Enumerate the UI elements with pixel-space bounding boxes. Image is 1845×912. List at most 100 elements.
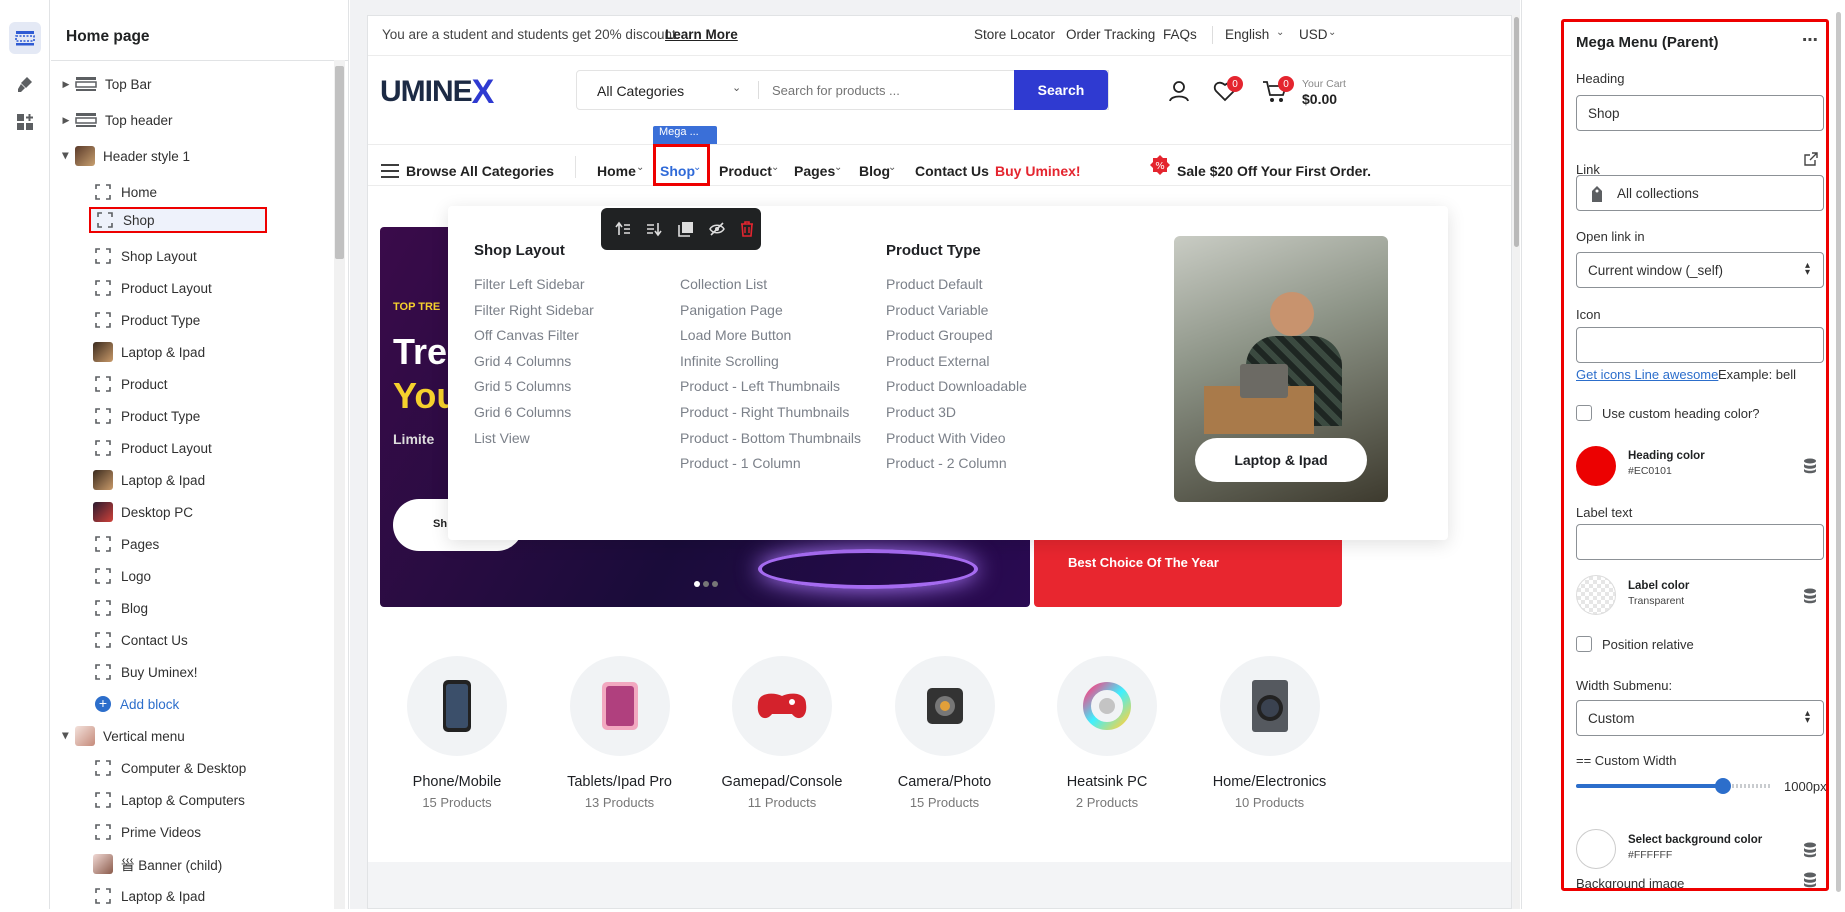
search-input[interactable] (772, 77, 1012, 103)
mega-menu-link[interactable]: Grid 6 Columns (474, 404, 571, 420)
apps-icon[interactable] (9, 106, 41, 138)
nav-item-shop[interactable]: Shop (660, 163, 695, 179)
icon-input[interactable] (1576, 327, 1824, 363)
position-relative-checkbox[interactable] (1576, 636, 1592, 652)
caret-icon[interactable]: ▶ (57, 111, 75, 129)
mega-menu-link[interactable]: Product External (886, 353, 990, 369)
browse-categories-button[interactable]: Browse All Categories (406, 163, 554, 179)
database-icon[interactable] (1803, 458, 1817, 474)
tree-block[interactable]: Shop Layout (51, 240, 336, 272)
learn-more-link[interactable]: Learn More (665, 27, 738, 42)
tree-block[interactable]: Logo (51, 560, 336, 592)
external-link-icon[interactable] (1804, 152, 1818, 166)
custom-width-slider-handle[interactable] (1715, 778, 1731, 794)
tree-block[interactable]: Laptop & Ipad (51, 336, 336, 368)
tree-scrollbar-thumb[interactable] (335, 66, 344, 259)
tree-block[interactable]: Product Type (51, 400, 336, 432)
mega-menu-tag[interactable]: Mega ... (653, 126, 717, 144)
preview-scrollbar[interactable] (1513, 15, 1520, 909)
mega-menu-link[interactable]: Filter Left Sidebar (474, 276, 585, 292)
tree-section[interactable]: ▶ Header style 1 (51, 140, 336, 172)
mega-menu-link[interactable]: Product 3D (886, 404, 956, 420)
gamepad-icon[interactable] (732, 656, 832, 756)
database-icon[interactable] (1803, 842, 1817, 858)
mega-menu-link[interactable]: Product - Right Thumbnails (680, 404, 849, 420)
camera-icon[interactable] (894, 656, 995, 756)
mega-menu-link[interactable]: Product With Video (886, 430, 1006, 446)
custom-width-slider-track[interactable] (1576, 778, 1772, 794)
mega-menu-link[interactable]: Off Canvas Filter (474, 327, 579, 343)
label-color-swatch[interactable] (1576, 575, 1616, 615)
tree-block[interactable]: Product Layout (51, 432, 336, 464)
nav-item-buy[interactable]: Buy Uminex! (995, 163, 1081, 179)
washing-machine-icon[interactable] (1219, 656, 1320, 756)
nav-item-contact[interactable]: Contact Us (915, 163, 989, 179)
nav-item-product[interactable]: Product (719, 163, 772, 179)
tree-block[interactable]: Contact Us (51, 624, 336, 656)
category-name[interactable]: Tablets/Ipad Pro (525, 774, 715, 790)
label-text-input[interactable] (1576, 524, 1824, 560)
mega-menu-link[interactable]: Load More Button (680, 327, 791, 343)
search-button[interactable]: Search (1014, 70, 1108, 110)
tree-block[interactable]: Laptop & Ipad (51, 880, 336, 912)
nav-item-home[interactable]: Home (597, 163, 636, 179)
move-up-icon[interactable] (615, 221, 631, 237)
mega-menu-link[interactable]: Grid 5 Columns (474, 378, 571, 394)
caret-icon[interactable]: ▶ (57, 147, 75, 165)
currency-selector[interactable]: USD (1299, 27, 1328, 42)
slider-dot[interactable] (712, 581, 718, 587)
sections-icon[interactable] (9, 22, 41, 54)
category-name[interactable]: Gamepad/Console (687, 774, 877, 790)
mega-menu-link[interactable]: Product Grouped (886, 327, 993, 343)
mega-menu-link[interactable]: Collection List (680, 276, 767, 292)
database-icon[interactable] (1803, 588, 1817, 604)
tree-block[interactable]: Laptop & Ipad (51, 464, 336, 496)
more-options-icon[interactable]: ⋯ (1802, 30, 1818, 50)
heading-color-swatch[interactable] (1576, 446, 1616, 486)
category-name[interactable]: Camera/Photo (850, 774, 1040, 790)
database-icon[interactable] (1803, 872, 1817, 888)
tree-block[interactable]: Prime Videos (51, 816, 336, 848)
tree-block[interactable]: Laptop & Computers (51, 784, 336, 816)
custom-heading-color-checkbox[interactable] (1576, 405, 1592, 421)
hide-eye-icon[interactable] (709, 221, 725, 237)
category-name[interactable]: Home/Electronics (1175, 774, 1365, 790)
width-submenu-select[interactable]: Custom ▴ ▾ (1576, 700, 1824, 736)
store-locator-link[interactable]: Store Locator (974, 27, 1055, 42)
bg-color-swatch[interactable] (1576, 829, 1616, 869)
mega-promo-button[interactable]: Laptop & Ipad (1195, 438, 1367, 482)
tree-block[interactable]: Product (51, 368, 336, 400)
get-icons-link[interactable]: Get icons Line awesome (1576, 367, 1718, 382)
mega-menu-link[interactable]: Product Variable (886, 302, 988, 318)
duplicate-icon[interactable] (678, 221, 694, 237)
heading-input[interactable]: Shop (1576, 95, 1824, 131)
slider-dot-active[interactable] (694, 581, 700, 587)
mega-menu-link[interactable]: List View (474, 430, 530, 446)
tree-block[interactable]: Pages (51, 528, 336, 560)
mega-menu-link[interactable]: Product - Left Thumbnails (680, 378, 840, 394)
nav-item-pages[interactable]: Pages (794, 163, 835, 179)
open-link-select[interactable]: Current window (_self) ▴ ▾ (1576, 252, 1824, 288)
order-tracking-link[interactable]: Order Tracking (1066, 27, 1155, 42)
tree-block[interactable]: Product Layout (51, 272, 336, 304)
language-selector[interactable]: English (1225, 27, 1269, 42)
nav-item-blog[interactable]: Blog (859, 163, 890, 179)
mega-promo-image[interactable]: Laptop & Ipad (1174, 236, 1388, 502)
account-icon[interactable] (1167, 79, 1191, 103)
mega-menu-link[interactable]: Product Downloadable (886, 378, 1027, 394)
category-name[interactable]: Heatsink PC (1012, 774, 1202, 790)
delete-trash-icon[interactable] (740, 221, 754, 237)
phone-icon[interactable] (407, 656, 507, 756)
tree-block[interactable]: Blog (51, 592, 336, 624)
mega-menu-link[interactable]: Panigation Page (680, 302, 783, 318)
tree-block[interactable]: Computer & Desktop (51, 752, 336, 784)
tree-block[interactable]: Product Type (51, 304, 336, 336)
mega-menu-link[interactable]: Product - Bottom Thumbnails (680, 430, 861, 446)
add-block-button[interactable]: + Add block (51, 688, 336, 720)
mega-menu-link[interactable]: Product Default (886, 276, 983, 292)
tablet-icon[interactable] (569, 656, 670, 756)
caret-icon[interactable]: ▶ (57, 75, 75, 93)
mega-menu-link[interactable]: Grid 4 Columns (474, 353, 571, 369)
heatsink-fan-icon[interactable] (1057, 656, 1157, 756)
caret-icon[interactable]: ▶ (57, 727, 75, 745)
